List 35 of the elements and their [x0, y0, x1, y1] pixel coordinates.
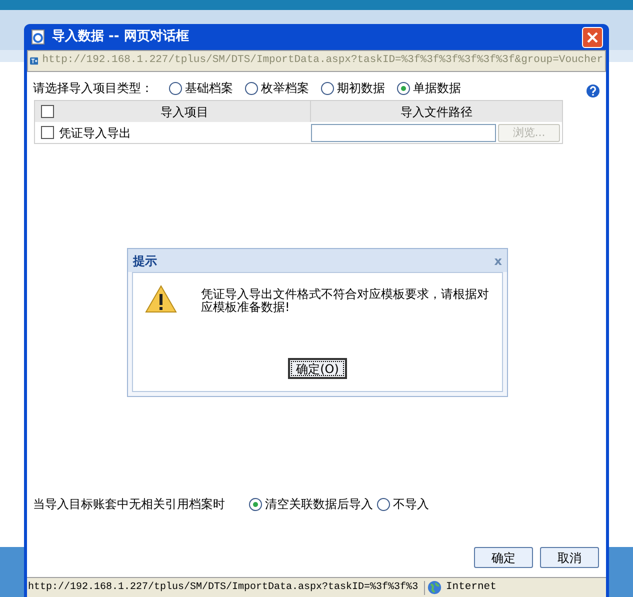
file-path-field[interactable] [311, 124, 496, 142]
ok-button[interactable]: 确定(O) [288, 358, 347, 379]
radio-button[interactable] [169, 82, 182, 94]
radio-label: 不导入 [393, 496, 429, 513]
radio-button[interactable] [397, 82, 410, 94]
radio-button[interactable] [245, 82, 258, 94]
radio-label: 单据数据 [413, 80, 461, 97]
dialog-button[interactable]: 取消 [540, 547, 599, 568]
checkbox[interactable] [40, 126, 54, 139]
column-header: 导入文件路径 [400, 104, 474, 120]
radio-button[interactable] [249, 498, 262, 510]
page-icon [30, 29, 46, 45]
missing-reference-label: 当导入目标账套中无相关引用档案时 [33, 496, 226, 513]
type-label: 请选择导入项目类型： [33, 80, 154, 97]
close-button[interactable] [582, 26, 603, 48]
radio-label: 基础档案 [185, 80, 233, 97]
table-cell-text: 凭证导入导出 [59, 124, 132, 142]
radio-label: 清空关联数据后导入 [265, 496, 373, 513]
column-header: 导入项目 [59, 101, 311, 122]
security-zone: Internet [446, 580, 496, 595]
radio-label: 期初数据 [337, 80, 385, 97]
alert-title: 提示 [133, 252, 158, 270]
warning-icon [145, 285, 177, 313]
close-icon [587, 32, 598, 42]
radio-button[interactable] [321, 82, 334, 94]
window-title: 导入数据 -- 网页对话框 [52, 28, 190, 46]
globe-icon [427, 580, 442, 595]
address-text: http://192.168.1.227/tplus/SM/DTS/ImportData.aspx?taskID=%3f%3f%3f%3f%3f%3f&group=Voucher [42, 53, 603, 68]
alert-message: 凭证导入导出文件格式不符合对应模板要求，请根据对应模板准备数据! [201, 288, 490, 314]
checkbox[interactable] [40, 105, 54, 118]
dialog-button[interactable]: 确定 [474, 547, 533, 568]
radio-button[interactable] [377, 498, 390, 510]
radio-label: 枚举档案 [261, 80, 309, 97]
status-url: http://192.168.1.227/tplus/SM/DTS/ImportData.aspx?taskID=%3f%3f%3 [27, 580, 425, 594]
help-icon[interactable] [586, 84, 600, 98]
